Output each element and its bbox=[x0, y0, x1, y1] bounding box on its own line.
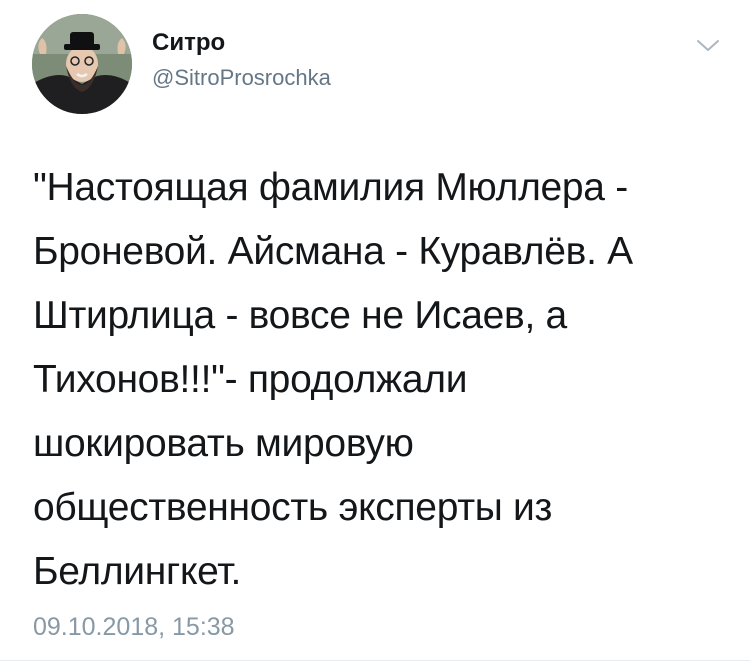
tweet-timestamp[interactable]: 09.10.2018, 15:38 bbox=[33, 610, 235, 644]
tweet-card: Ситро @SitroProsrochka "Настоящая фамили… bbox=[0, 0, 750, 663]
divider bbox=[0, 660, 750, 661]
tweet-text: "Настоящая фамилия Мюллера - Броневой. А… bbox=[33, 166, 633, 593]
tweet-menu-button[interactable] bbox=[694, 36, 722, 56]
author-handle[interactable]: @SitroProsrochka bbox=[152, 64, 331, 92]
profile-photo-avatar bbox=[32, 14, 132, 114]
author-avatar[interactable] bbox=[32, 14, 132, 114]
author-display-name[interactable]: Ситро bbox=[152, 28, 225, 58]
chevron-down-icon bbox=[697, 40, 719, 51]
